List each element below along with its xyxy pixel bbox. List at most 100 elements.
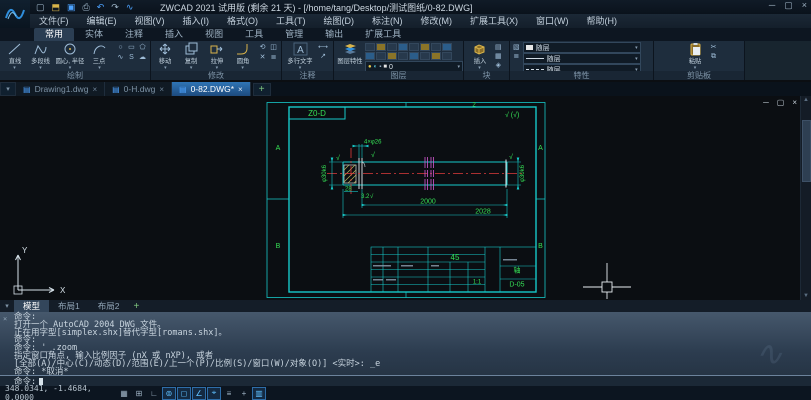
new-tab-button[interactable]: + [253, 83, 271, 96]
tab-layout2[interactable]: 布局2 [89, 300, 129, 312]
mirror-icon[interactable]: ◫ [268, 43, 279, 53]
ribbon-tab-express[interactable]: 扩展工具 [354, 28, 412, 41]
move-button[interactable]: 移动 ▾ [153, 42, 178, 70]
attributes-icon[interactable]: ◈ [495, 61, 502, 70]
lineweight-dropdown[interactable]: 随层 ▾ [523, 53, 641, 64]
command-window[interactable]: × 命令: 打开一个 AutoCAD 2004 DWG 文件。 正在用字型[si… [0, 312, 811, 386]
menu-modify[interactable]: 修改(M) [412, 14, 462, 28]
tab-model[interactable]: 模型 [14, 300, 49, 312]
open-icon[interactable]: ⬒ [52, 1, 61, 13]
save-icon[interactable]: ▣ [67, 1, 76, 13]
mtext-button[interactable]: A 多行文字 ▾ [284, 42, 316, 70]
ribbon-tab-manage[interactable]: 管理 [274, 28, 314, 41]
dynamic-input-toggle[interactable]: ⌖ [207, 387, 221, 400]
layout-list-button[interactable]: ▾ [0, 300, 14, 312]
color-dropdown[interactable]: 随层 ▾ [523, 42, 641, 53]
restore-button[interactable]: ▢ [784, 0, 793, 11]
scroll-down-icon[interactable]: ▼ [801, 293, 811, 299]
create-block-icon[interactable]: ▤ [495, 43, 502, 52]
scrollbar-thumb[interactable] [802, 120, 811, 182]
command-close-icon[interactable]: × [3, 315, 7, 323]
tab-list-button[interactable]: ▾ [0, 82, 16, 96]
leader-icon[interactable]: ↗ [318, 52, 328, 61]
doc-tab-0-82[interactable]: ▤ 0-82.DWG* × [172, 82, 251, 96]
menu-help[interactable]: 帮助(H) [578, 14, 627, 28]
otrack-toggle[interactable]: ∠ [192, 387, 206, 400]
layer-properties-button[interactable]: 图层特性 [336, 42, 364, 66]
ortho-toggle[interactable]: ∟ [147, 387, 161, 400]
plot-icon[interactable]: ⎙ [83, 1, 90, 13]
menu-file[interactable]: 文件(F) [30, 14, 78, 28]
grid-toggle[interactable]: ▦ [117, 387, 131, 400]
doc-tab-drawing1[interactable]: ▤ Drawing1.dwg × [16, 82, 105, 96]
copy-clip-icon[interactable]: ⧉ [711, 52, 717, 61]
edit-block-icon[interactable]: ▦ [495, 52, 502, 61]
layer-tools-grid[interactable] [365, 43, 463, 60]
close-button[interactable]: × [802, 0, 807, 11]
menu-express[interactable]: 扩展工具(X) [461, 14, 527, 28]
customize-icon[interactable]: ∿ [126, 1, 134, 13]
workspace-toggle[interactable]: ▥ [252, 387, 266, 400]
erase-icon[interactable]: ✕ [257, 53, 268, 63]
tab-layout1[interactable]: 布局1 [49, 300, 89, 312]
circle-button[interactable]: 圆心, 半径 ▾ [54, 42, 86, 70]
stretch-button[interactable]: 拉伸 ▾ [205, 42, 230, 70]
osnap-toggle[interactable]: ◻ [177, 387, 191, 400]
ribbon-tab-tools[interactable]: 工具 [234, 28, 274, 41]
polyline-button[interactable]: 多段线 ▾ [28, 42, 53, 70]
menu-dimension[interactable]: 标注(N) [363, 14, 412, 28]
menu-format[interactable]: 格式(O) [218, 14, 267, 28]
cursor-toggle[interactable]: + [237, 387, 251, 400]
vertical-scrollbar[interactable]: ▲ ▼ [800, 96, 811, 300]
donut-icon[interactable]: ○ [115, 43, 126, 53]
ribbon-tab-home[interactable]: 常用 [34, 28, 74, 41]
doc-restore-icon[interactable]: ▢ [777, 98, 785, 107]
rotate-icon[interactable]: ⟲ [257, 43, 268, 53]
close-tab-icon[interactable]: × [92, 85, 97, 94]
paste-button[interactable]: 粘贴 ▾ [682, 42, 709, 70]
command-input[interactable]: 命令: [0, 375, 811, 386]
insert-block-button[interactable]: 插入 ▾ [466, 42, 493, 70]
minimize-button[interactable]: ─ [769, 0, 775, 11]
menu-insert[interactable]: 插入(I) [174, 14, 219, 28]
undo-icon[interactable]: ↶ [97, 1, 105, 13]
ribbon-tab-output[interactable]: 输出 [314, 28, 354, 41]
close-tab-icon[interactable]: × [238, 85, 243, 94]
line-button[interactable]: 直线 ▾ [2, 42, 27, 70]
dimension-icon[interactable]: ⟷ [318, 43, 328, 52]
ribbon-tab-insert[interactable]: 插入 [154, 28, 194, 41]
properties-list-icon[interactable]: ≣ [513, 52, 520, 61]
add-layout-button[interactable]: + [128, 300, 144, 312]
new-icon[interactable]: ▢ [36, 1, 45, 13]
ellipse-icon[interactable]: S [126, 53, 137, 63]
scroll-up-icon[interactable]: ▲ [801, 97, 811, 103]
menu-draw[interactable]: 绘图(D) [315, 14, 364, 28]
match-properties-icon[interactable]: ▧ [513, 43, 520, 52]
close-tab-icon[interactable]: × [159, 85, 164, 94]
drawing-canvas[interactable]: ─ ▢ × [0, 96, 811, 300]
menu-view[interactable]: 视图(V) [126, 14, 174, 28]
doc-minimize-icon[interactable]: ─ [763, 98, 769, 107]
fillet-button[interactable]: 圆角 ▾ [230, 42, 255, 70]
ribbon-tab-view[interactable]: 视图 [194, 28, 234, 41]
rectangle-icon[interactable]: ▭ [126, 43, 137, 53]
menu-tools[interactable]: 工具(T) [267, 14, 315, 28]
copy-button[interactable]: 复制 ▾ [179, 42, 204, 70]
menu-edit[interactable]: 编辑(E) [78, 14, 126, 28]
revcloud-icon[interactable]: ☁ [137, 53, 148, 63]
polar-toggle[interactable]: ⊚ [162, 387, 176, 400]
doc-close-icon[interactable]: × [792, 98, 797, 107]
lineweight-toggle[interactable]: ≡ [222, 387, 236, 400]
menu-window[interactable]: 窗口(W) [527, 14, 578, 28]
chevron-down-icon: ▾ [457, 65, 460, 69]
doc-tab-0-h[interactable]: ▤ 0-H.dwg × [105, 82, 172, 96]
spline-icon[interactable]: ∿ [115, 53, 126, 63]
polygon-icon[interactable]: ⬠ [137, 43, 148, 53]
ribbon-tab-solid[interactable]: 实体 [74, 28, 114, 41]
snap-toggle[interactable]: ⊞ [132, 387, 146, 400]
arc-button[interactable]: 三点 ▾ [87, 42, 112, 70]
cut-icon[interactable]: ✂ [711, 43, 717, 52]
redo-icon[interactable]: ↷ [111, 1, 119, 13]
ribbon-tab-annotate[interactable]: 注释 [114, 28, 154, 41]
array-icon[interactable]: ≣ [268, 53, 279, 63]
